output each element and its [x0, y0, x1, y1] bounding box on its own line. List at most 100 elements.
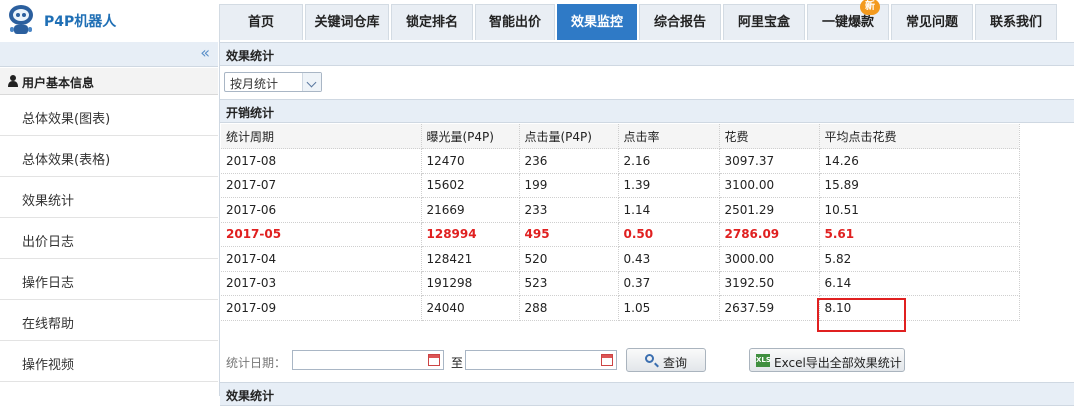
- table-cell: 233: [519, 197, 619, 223]
- search-icon: [645, 354, 654, 363]
- table-cell: 128994: [421, 222, 520, 247]
- export-excel-button[interactable]: XLS Excel导出全部效果统计: [749, 348, 905, 372]
- nav-home[interactable]: 首页: [219, 4, 303, 40]
- nav-report[interactable]: 综合报告: [639, 4, 721, 40]
- table-cell: 1.14: [618, 197, 720, 223]
- nav-lock-ranking[interactable]: 锁定排名: [391, 4, 473, 40]
- sidebar-item-bid-log[interactable]: 出价日志: [0, 219, 218, 259]
- nav-label: 一键爆款: [821, 15, 874, 30]
- main-content: 效果统计 按月统计 开销统计 统计周期 曝光量(P4P) 点击量(P4P) 点击…: [220, 40, 1074, 406]
- logo[interactable]: P4P机器人: [6, 3, 206, 37]
- sidebar-item-overall-chart[interactable]: 总体效果(图表): [0, 96, 218, 136]
- top-bar: P4P机器人 首页 关键词仓库 锁定排名 智能出价 效果监控 综合报告 阿里宝盒…: [0, 0, 1074, 40]
- nav-faq[interactable]: 常见问题: [891, 4, 973, 40]
- nav-label: 效果监控: [570, 15, 623, 30]
- table-cell: 523: [519, 271, 619, 296]
- table-cell: 495: [519, 222, 619, 247]
- nav-smart-bid[interactable]: 智能出价: [475, 4, 555, 40]
- table-cell: 21669: [421, 197, 520, 223]
- nav-label: 首页: [247, 15, 274, 30]
- table-title: 开销统计: [226, 106, 275, 120]
- table-row: 2017-03 191298 523 0.37 3192.50 6.14: [221, 271, 1020, 296]
- excel-icon: XLS: [756, 354, 771, 367]
- table-cell: 2.16: [618, 148, 720, 174]
- table-header-row: 统计周期 曝光量(P4P) 点击量(P4P) 点击率 花费 平均点击花费: [221, 124, 1020, 149]
- table-header-bar: 开销统计: [220, 99, 1074, 123]
- table-cell: 15.89: [819, 173, 1020, 198]
- sidebar-item-online-help[interactable]: 在线帮助: [0, 301, 218, 341]
- table-cell: 2501.29: [719, 197, 820, 223]
- nav-ali-box[interactable]: 阿里宝盒: [723, 4, 805, 40]
- table-cell: 236: [519, 148, 619, 174]
- sidebar-item-effect-stats[interactable]: 效果统计: [0, 178, 218, 218]
- calendar-icon[interactable]: [601, 354, 613, 366]
- user-icon: [8, 75, 18, 87]
- table-cell: 5.61: [819, 222, 1020, 247]
- table-cell: 3100.00: [719, 173, 820, 198]
- sidebar-item-label: 操作日志: [22, 276, 75, 291]
- nav-effect-monitor[interactable]: 效果监控: [557, 4, 637, 40]
- calendar-icon[interactable]: [428, 354, 440, 366]
- sidebar-item-label: 总体效果(图表): [22, 112, 111, 127]
- table-cell: 5.82: [819, 246, 1020, 272]
- table-cell: 3097.37: [719, 148, 820, 174]
- sidebar-item-video[interactable]: 操作视频: [0, 342, 218, 382]
- sidebar-item-overall-table[interactable]: 总体效果(表格): [0, 137, 218, 177]
- table-cell: 6.14: [819, 271, 1020, 296]
- collapse-left-icon[interactable]: «: [200, 43, 210, 62]
- sidebar-item-operation-log[interactable]: 操作日志: [0, 260, 218, 300]
- sidebar: « 用户基本信息 总体效果(图表) 总体效果(表格) 效果统计 出价日志 操作日…: [0, 40, 220, 396]
- table-cell: 191298: [421, 271, 520, 296]
- table-row: 2017-08 12470 236 2.16 3097.37 14.26: [221, 148, 1020, 174]
- nav-label: 阿里宝盒: [737, 15, 790, 30]
- column-header: 统计周期: [221, 124, 422, 149]
- nav-contact[interactable]: 联系我们: [975, 4, 1057, 40]
- sidebar-item-label: 操作视频: [22, 358, 75, 373]
- new-badge: 新: [860, 0, 880, 15]
- column-header: 点击率: [618, 124, 720, 149]
- search-button[interactable]: 查询: [626, 348, 706, 372]
- table-cell: 2017-08: [221, 148, 422, 174]
- end-date-input[interactable]: [465, 350, 617, 370]
- start-date-input[interactable]: [292, 350, 444, 370]
- filter-bar: 统计日期： 至 查询 XLS Excel导出全部效果统计: [220, 346, 1074, 374]
- column-header: 曝光量(P4P): [421, 124, 520, 149]
- table-cell: 288: [519, 295, 619, 321]
- nav-label: 常见问题: [905, 15, 958, 30]
- table-cell: 0.37: [618, 271, 720, 296]
- export-button-label: Excel导出全部效果统计: [774, 356, 902, 370]
- table-cell: 199: [519, 173, 619, 198]
- column-header: 花费: [719, 124, 820, 149]
- sidebar-item-label: 出价日志: [22, 235, 75, 250]
- column-header: 平均点击花费: [819, 124, 1020, 149]
- table-cell: 128421: [421, 246, 520, 272]
- nav-label: 综合报告: [653, 15, 706, 30]
- date-filter-label: 统计日期：: [226, 356, 287, 370]
- table-cell: 2017-06: [221, 197, 422, 223]
- sidebar-section-header: 用户基本信息: [0, 68, 218, 95]
- table-cell: 15602: [421, 173, 520, 198]
- logo-text: P4P机器人: [44, 14, 117, 30]
- search-button-label: 查询: [663, 356, 688, 370]
- robot-logo-icon: [9, 5, 33, 34]
- nav-keyword-warehouse[interactable]: 关键词仓库: [305, 4, 389, 40]
- sidebar-collapse-bar: «: [0, 42, 218, 67]
- table-cell: 2017-03: [221, 271, 422, 296]
- table-cell: 3000.00: [719, 246, 820, 272]
- period-select[interactable]: 按月统计: [224, 72, 322, 92]
- table-cell: 1.05: [618, 295, 720, 321]
- stats-table: 统计周期 曝光量(P4P) 点击量(P4P) 点击率 花费 平均点击花费 201…: [221, 124, 1020, 321]
- table-row: 2017-06 21669 233 1.14 2501.29 10.51: [221, 197, 1020, 223]
- table-cell: 2017-07: [221, 173, 422, 198]
- table-cell: 2017-04: [221, 246, 422, 272]
- table-cell: 3192.50: [719, 271, 820, 296]
- table-cell: 10.51: [819, 197, 1020, 223]
- nav-label: 联系我们: [989, 15, 1042, 30]
- table-cell: 12470: [421, 148, 520, 174]
- sidebar-item-label: 在线帮助: [22, 317, 75, 332]
- table-cell: 2637.59: [719, 295, 820, 321]
- nav-one-click-hot[interactable]: 一键爆款 新: [807, 0, 889, 40]
- nav-label: 智能出价: [488, 15, 541, 30]
- chevron-down-icon: [302, 73, 321, 91]
- table-cell: 14.26: [819, 148, 1020, 174]
